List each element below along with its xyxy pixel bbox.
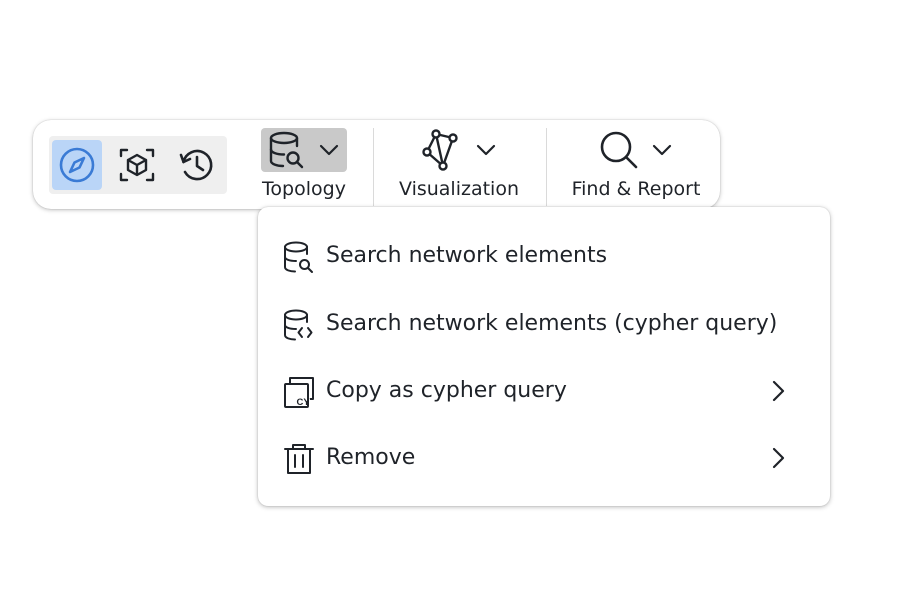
chevron-down-icon [319,144,339,156]
topology-dropdown-button[interactable] [261,128,347,172]
svg-text:CY: CY [297,397,311,408]
topology-dropdown-menu: Search network elements Search network e… [258,207,830,506]
navigate-mode-button[interactable] [52,140,102,190]
main-toolbar: Topology Visualization Find & Report [33,120,720,209]
menu-item-search-network-elements-cypher[interactable]: Search network elements (cypher query) [258,296,830,352]
visualization-dropdown-button[interactable] [414,128,504,172]
menu-item-search-network-elements[interactable]: Search network elements [258,228,830,284]
find-report-label: Find & Report [571,178,701,200]
chevron-right-icon [772,380,785,402]
mode-switcher [49,136,227,194]
menu-item-label: Copy as cypher query [326,378,567,403]
3d-box-focus-icon [119,148,155,182]
copy-cypher-icon: CY [284,377,314,408]
chevron-right-icon [772,447,785,469]
visualization-label: Visualization [398,178,519,200]
history-mode-button[interactable] [172,140,222,190]
magnifier-icon [600,131,638,169]
graph-nodes-icon [422,129,458,171]
menu-item-remove[interactable]: Remove [258,430,830,486]
history-icon [179,149,213,181]
3d-view-mode-button[interactable] [112,140,162,190]
find-report-dropdown-button[interactable] [592,128,680,172]
compass-icon [59,147,95,183]
topology-group: Topology [249,120,359,209]
find-report-group: Find & Report [563,120,709,209]
toolbar-divider [546,128,547,206]
visualization-group: Visualization [391,120,527,209]
chevron-down-icon [476,144,496,156]
menu-item-label: Remove [326,445,416,470]
topology-label: Topology [262,178,346,200]
menu-item-label: Search network elements (cypher query) [326,311,778,336]
chevron-down-icon [652,144,672,156]
database-search-icon [284,241,313,273]
trash-icon [284,444,314,474]
database-search-icon [269,131,304,169]
menu-item-copy-as-cypher-query[interactable]: CY Copy as cypher query [258,363,830,419]
database-code-icon [284,309,313,341]
toolbar-divider [373,128,374,206]
menu-item-label: Search network elements [326,243,608,268]
